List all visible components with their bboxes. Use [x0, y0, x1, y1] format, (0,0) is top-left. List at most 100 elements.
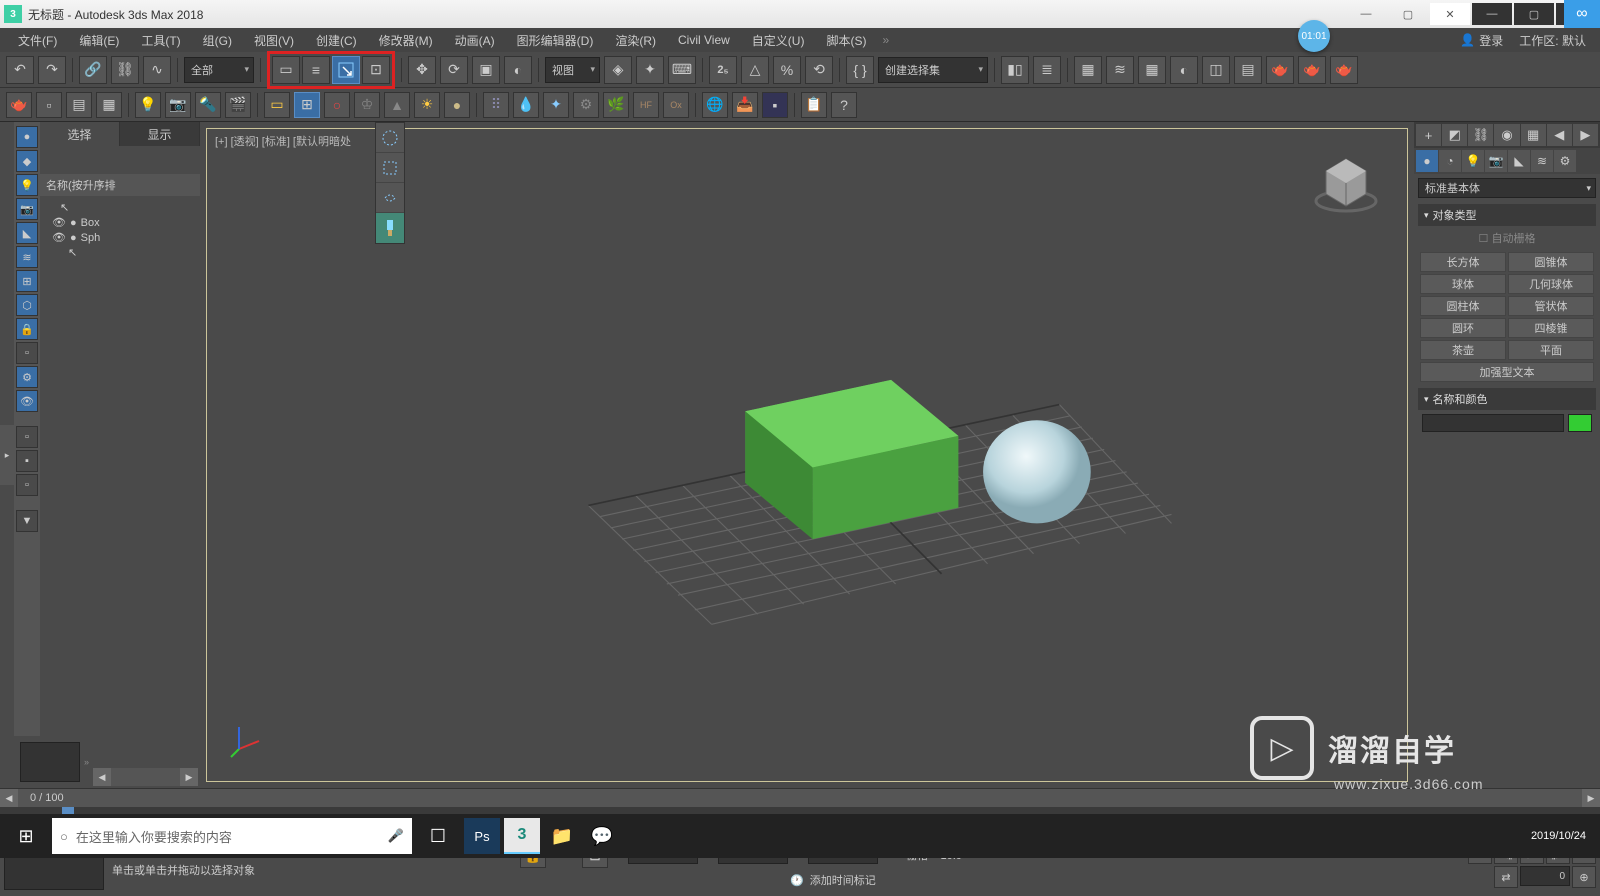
menu-civilview[interactable]: Civil View	[668, 31, 740, 49]
autogrid-checkbox[interactable]: ☐ 自动栅格	[1418, 226, 1596, 250]
filter-dropdown[interactable]: 全部	[184, 57, 254, 83]
section-namecolor[interactable]: 名称和颜色	[1418, 388, 1596, 410]
lcol-2[interactable]: ◆	[16, 150, 38, 172]
gear-tool[interactable]: ⚙	[573, 92, 599, 118]
menu-create[interactable]: 创建(C)	[306, 30, 367, 51]
taskbar-clock[interactable]: 2019/10/24	[1521, 830, 1596, 842]
lcol-14[interactable]: ▪	[16, 450, 38, 472]
help-button[interactable]: ?	[831, 92, 857, 118]
login-button[interactable]: 👤登录	[1452, 32, 1511, 49]
pivot-button[interactable]: ◈	[604, 56, 632, 84]
lcol-12[interactable]: 👁	[16, 390, 38, 412]
render-frame-button[interactable]: ▤	[1234, 56, 1262, 84]
particle-tool[interactable]: ⠿	[483, 92, 509, 118]
btn-cone[interactable]: 圆锥体	[1508, 252, 1594, 272]
close-button[interactable]: ✕	[1430, 3, 1470, 25]
angle-snap-button[interactable]: △	[741, 56, 769, 84]
left-collapse-button[interactable]: ▸	[0, 425, 14, 485]
addkey-label[interactable]: 添加时间标记	[810, 872, 876, 888]
time-config-button[interactable]: ⊕	[1572, 866, 1596, 888]
select-name-button[interactable]: ≡	[302, 56, 330, 84]
btn-torus[interactable]: 圆环	[1420, 318, 1506, 338]
spinner-snap-button[interactable]: ⟲	[805, 56, 833, 84]
tree-row-sphere[interactable]: 👁●Sph	[44, 230, 196, 245]
schematic-button[interactable]: ▦	[1138, 56, 1166, 84]
redo-button[interactable]: ↷	[38, 56, 66, 84]
keyboard-button[interactable]: ⌨	[668, 56, 696, 84]
lcol-3[interactable]: 💡	[16, 174, 38, 196]
cp-tab-create[interactable]: +	[1416, 124, 1441, 146]
edit-selset-button[interactable]: { }	[846, 56, 874, 84]
sphere-tool[interactable]: ●	[444, 92, 470, 118]
render-setup-button[interactable]: ◫	[1202, 56, 1230, 84]
menu-script[interactable]: 脚本(S)	[816, 30, 876, 51]
menu-grapheditors[interactable]: 图形编辑器(D)	[507, 30, 604, 51]
menu-view[interactable]: 视图(V)	[244, 30, 304, 51]
btn-teapot[interactable]: 茶壶	[1420, 340, 1506, 360]
scene-tab-display[interactable]: 显示	[120, 122, 200, 146]
select-region-button[interactable]	[332, 56, 360, 84]
name-input[interactable]	[1422, 414, 1564, 432]
lcol-6[interactable]: ≋	[16, 246, 38, 268]
lcol-13[interactable]: ▫	[16, 426, 38, 448]
align-button[interactable]: ≣	[1033, 56, 1061, 84]
box-tool[interactable]: ▫	[36, 92, 62, 118]
btn-plane[interactable]: 平面	[1508, 340, 1594, 360]
cp-tab-motion[interactable]: ◉	[1494, 124, 1519, 146]
scene-tree[interactable]: ↖ 👁●Box 👁●Sph ↖	[40, 196, 200, 736]
menu-tools[interactable]: 工具(T)	[131, 30, 190, 51]
btn-tube[interactable]: 管状体	[1508, 296, 1594, 316]
export-tool[interactable]: ▪	[762, 92, 788, 118]
hf-tool[interactable]: HF	[633, 92, 659, 118]
menu-modifiers[interactable]: 修改器(M)	[369, 30, 443, 51]
mirror-button[interactable]: ▮▯	[1001, 56, 1029, 84]
region-paint-button[interactable]	[376, 213, 404, 243]
cloud-button[interactable]: ∞	[1564, 0, 1600, 28]
btn-sphere[interactable]: 球体	[1420, 274, 1506, 294]
move-button[interactable]: ✥	[408, 56, 436, 84]
undo-button[interactable]: ↶	[6, 56, 34, 84]
menu-rendering[interactable]: 渲染(R)	[605, 30, 666, 51]
cat-shapes[interactable]: ◔	[1439, 150, 1461, 172]
snap2d-button[interactable]: 2₅	[709, 56, 737, 84]
btn-geosphere[interactable]: 几何球体	[1508, 274, 1594, 294]
cp-tab-util2[interactable]: ▶	[1573, 124, 1598, 146]
titlebar-max2[interactable]: ▢	[1514, 3, 1554, 25]
menu-overflow[interactable]: »	[878, 33, 893, 47]
render-button[interactable]: 🫖	[1266, 56, 1294, 84]
link-button[interactable]: 🔗	[79, 56, 107, 84]
material-editor-button[interactable]: ◐	[1170, 56, 1198, 84]
lcol-8[interactable]: ⬡	[16, 294, 38, 316]
btn-pyramid[interactable]: 四棱锥	[1508, 318, 1594, 338]
panel2-tool[interactable]: ▦	[96, 92, 122, 118]
render-production-button[interactable]: 🫖	[1330, 56, 1358, 84]
manipulate-button[interactable]: ✦	[636, 56, 664, 84]
thumb-expand[interactable]: »	[84, 757, 89, 767]
viewcube[interactable]	[1311, 149, 1381, 219]
globe-tool[interactable]: 🌐	[702, 92, 728, 118]
lcol-5[interactable]: ◣	[16, 222, 38, 244]
cat-geometry[interactable]: ●	[1416, 150, 1438, 172]
shape-cone-tool[interactable]: ▲	[384, 92, 410, 118]
ox-tool[interactable]: Ox	[663, 92, 689, 118]
cp-tab-display[interactable]: ▦	[1521, 124, 1546, 146]
render-iray-button[interactable]: 🫖	[1298, 56, 1326, 84]
cat-spacewarps[interactable]: ≋	[1531, 150, 1553, 172]
cp-tab-modify[interactable]: ◩	[1442, 124, 1467, 146]
btn-cylinder[interactable]: 圆柱体	[1420, 296, 1506, 316]
lcol-4[interactable]: 📷	[16, 198, 38, 220]
lcol-1[interactable]: ●	[16, 126, 38, 148]
cat-cameras[interactable]: 📷	[1485, 150, 1507, 172]
placement-button[interactable]: ◐	[504, 56, 532, 84]
bind-button[interactable]: ∿	[143, 56, 171, 84]
cp-tab-util1[interactable]: ◀	[1547, 124, 1572, 146]
lcol-11[interactable]: ⚙	[16, 366, 38, 388]
scale-button[interactable]: ▣	[472, 56, 500, 84]
panel1-tool[interactable]: ▤	[66, 92, 92, 118]
layer-button[interactable]: ▦	[1074, 56, 1102, 84]
section-objecttype[interactable]: 对象类型	[1418, 204, 1596, 226]
menu-animation[interactable]: 动画(A)	[445, 30, 505, 51]
shape-circle-tool[interactable]: ○	[324, 92, 350, 118]
color-swatch[interactable]	[1568, 414, 1592, 432]
drop-tool[interactable]: 💧	[513, 92, 539, 118]
